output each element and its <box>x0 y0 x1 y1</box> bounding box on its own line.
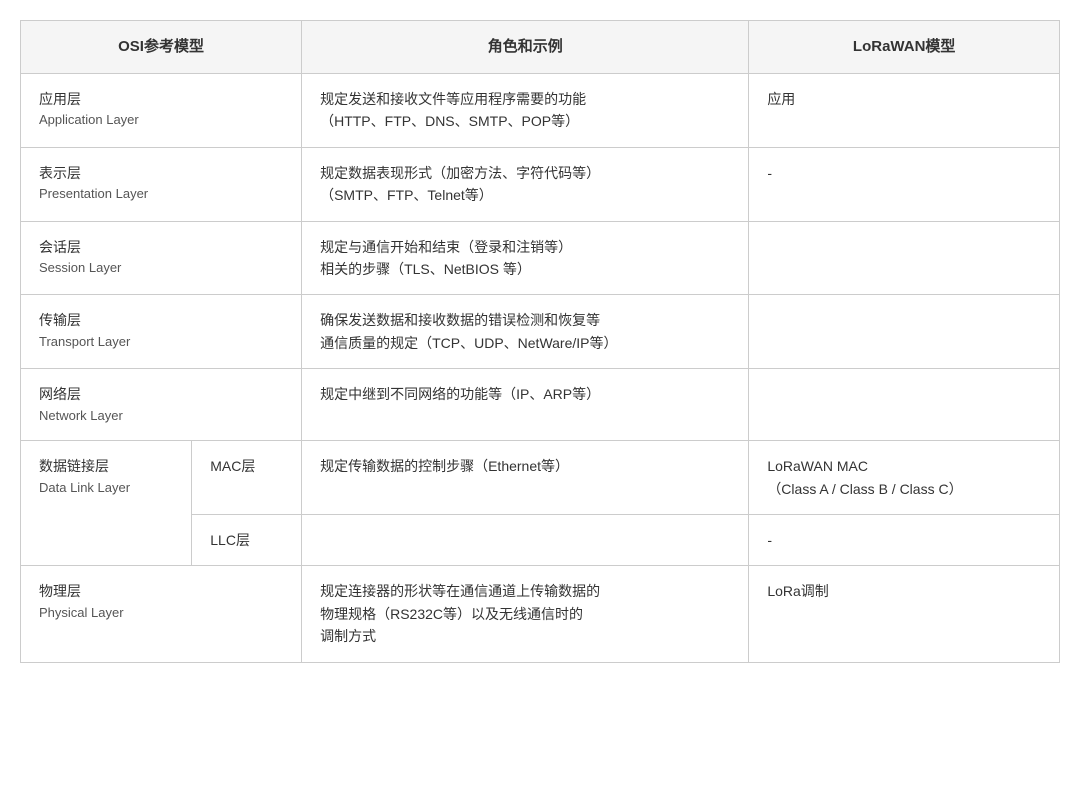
layer-zh: 会话层 <box>39 236 283 258</box>
layer-zh: 网络层 <box>39 383 283 405</box>
layer-presentation: 表示层 Presentation Layer <box>21 147 302 221</box>
role-datalink-llc <box>302 515 749 566</box>
table-row: 传输层 Transport Layer 确保发送数据和接收数据的错误检测和恢复等… <box>21 295 1060 369</box>
lorawan-presentation: - <box>749 147 1060 221</box>
layer-zh: 物理层 <box>39 580 283 602</box>
header-role: 角色和示例 <box>302 21 749 74</box>
lorawan-network <box>749 369 1060 441</box>
lorawan-application: 应用 <box>749 74 1060 148</box>
table-row: 物理层 Physical Layer 规定连接器的形状等在通信通道上传输数据的 … <box>21 566 1060 662</box>
layer-application: 应用层 Application Layer <box>21 74 302 148</box>
role-datalink-mac: 规定传输数据的控制步骤（Ethernet等） <box>302 441 749 515</box>
layer-en: Application Layer <box>39 110 283 131</box>
layer-en: Session Layer <box>39 258 283 279</box>
lorawan-session <box>749 221 1060 295</box>
layer-network: 网络层 Network Layer <box>21 369 302 441</box>
lorawan-datalink-llc: - <box>749 515 1060 566</box>
layer-transport: 传输层 Transport Layer <box>21 295 302 369</box>
role-transport: 确保发送数据和接收数据的错误检测和恢复等 通信质量的规定（TCP、UDP、Net… <box>302 295 749 369</box>
role-physical: 规定连接器的形状等在通信通道上传输数据的 物理规格（RS232C等）以及无线通信… <box>302 566 749 662</box>
osi-lorawan-table: OSI参考模型 角色和示例 LoRaWAN模型 应用层 Application … <box>20 20 1060 663</box>
layer-zh: 应用层 <box>39 88 283 110</box>
header-osi: OSI参考模型 <box>21 21 302 74</box>
header-lorawan: LoRaWAN模型 <box>749 21 1060 74</box>
sublayer-mac: MAC层 <box>192 441 302 515</box>
role-session: 规定与通信开始和结束（登录和注销等） 相关的步骤（TLS、NetBIOS 等） <box>302 221 749 295</box>
role-presentation: 规定数据表现形式（加密方法、字符代码等） （SMTP、FTP、Telnet等） <box>302 147 749 221</box>
table-row: 网络层 Network Layer 规定中继到不同网络的功能等（IP、ARP等） <box>21 369 1060 441</box>
table-row: 应用层 Application Layer 规定发送和接收文件等应用程序需要的功… <box>21 74 1060 148</box>
table-row: 会话层 Session Layer 规定与通信开始和结束（登录和注销等） 相关的… <box>21 221 1060 295</box>
layer-physical: 物理层 Physical Layer <box>21 566 302 662</box>
layer-zh: 数据链接层 <box>39 455 173 477</box>
sublayer-llc: LLC层 <box>192 515 302 566</box>
layer-en: Data Link Layer <box>39 478 173 499</box>
layer-zh: 传输层 <box>39 309 283 331</box>
table-row-datalink-mac: 数据链接层 Data Link Layer MAC层 规定传输数据的控制步骤（E… <box>21 441 1060 515</box>
layer-en: Network Layer <box>39 406 283 427</box>
layer-session: 会话层 Session Layer <box>21 221 302 295</box>
lorawan-datalink-mac: LoRaWAN MAC （Class A / Class B / Class C… <box>749 441 1060 515</box>
layer-datalink: 数据链接层 Data Link Layer <box>21 441 192 566</box>
table-row: 表示层 Presentation Layer 规定数据表现形式（加密方法、字符代… <box>21 147 1060 221</box>
role-application: 规定发送和接收文件等应用程序需要的功能 （HTTP、FTP、DNS、SMTP、P… <box>302 74 749 148</box>
layer-zh: 表示层 <box>39 162 283 184</box>
layer-en: Transport Layer <box>39 332 283 353</box>
lorawan-physical: LoRa调制 <box>749 566 1060 662</box>
layer-en: Presentation Layer <box>39 184 283 205</box>
role-network: 规定中继到不同网络的功能等（IP、ARP等） <box>302 369 749 441</box>
layer-en: Physical Layer <box>39 603 283 624</box>
lorawan-transport <box>749 295 1060 369</box>
